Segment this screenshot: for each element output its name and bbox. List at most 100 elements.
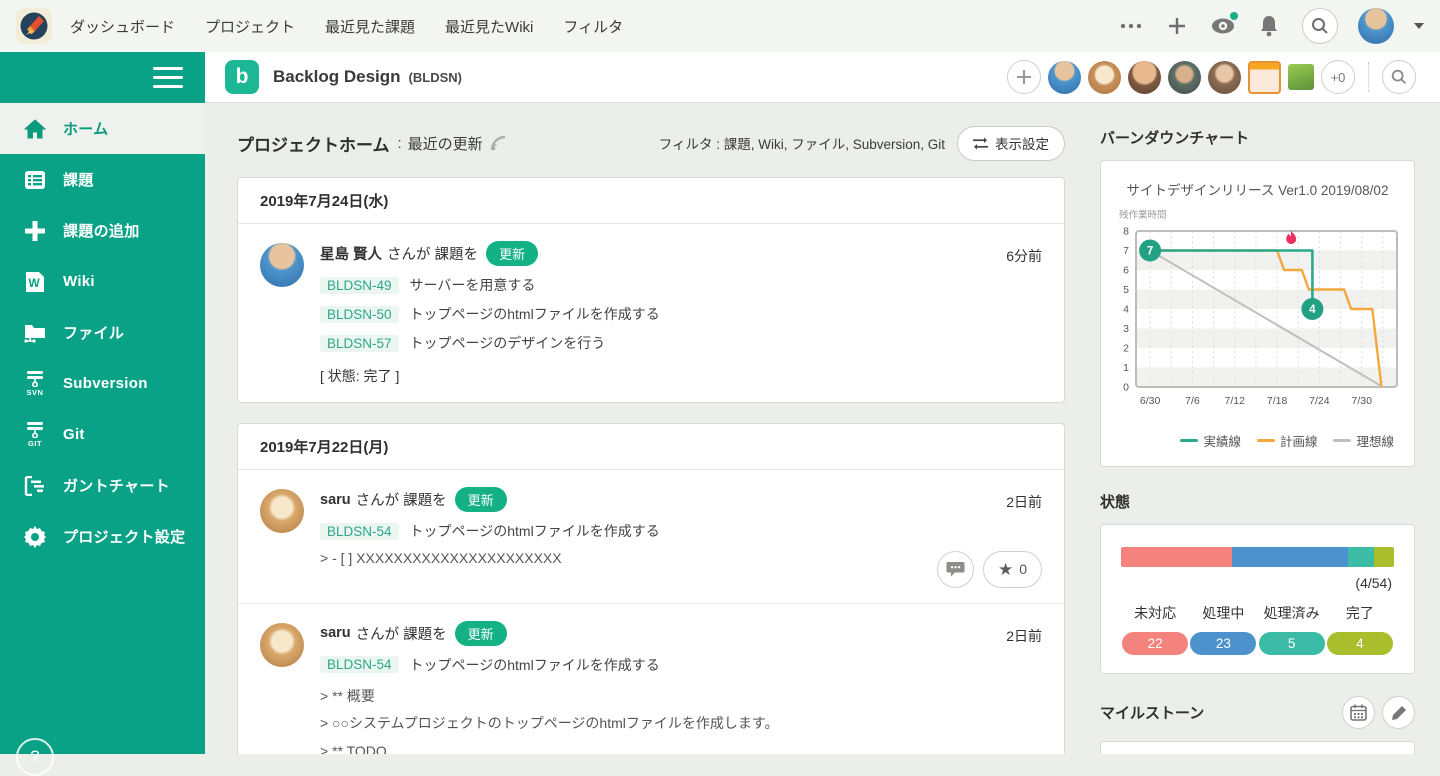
user-avatar[interactable] [1358,8,1394,44]
svg-text:W: W [28,276,40,290]
search-button[interactable] [1302,8,1338,44]
avatar[interactable] [260,623,304,667]
sidebar-item-project-settings[interactable]: プロジェクト設定 [0,511,205,562]
hamburger-menu-icon[interactable] [153,67,183,88]
add-icon[interactable] [1164,13,1190,39]
edit-pencil-button[interactable] [1382,696,1415,729]
sidebar-item-issues[interactable]: 課題 [0,154,205,205]
sidebar-item-git[interactable]: GIT Git [0,409,205,460]
sidebar-item-label: ファイル [63,322,124,343]
feed-entry[interactable]: saru さんが 課題を 更新 2日前 BLDSN-54 トップページのhtml… [238,470,1064,603]
avatar[interactable] [260,489,304,533]
display-settings-button[interactable]: 表示設定 [957,126,1065,161]
issue-row[interactable]: BLDSN-49 サーバーを用意する [320,275,1042,295]
entry-user[interactable]: saru [320,492,351,508]
chevron-down-icon[interactable] [1414,23,1424,29]
nav-projects[interactable]: プロジェクト [205,16,295,37]
issue-title[interactable]: トップページのhtmlファイルを作成する [410,655,660,675]
feed-date-card: 2019年7月24日(水) 星島 賢人 さんが 課題を 更新 6分前 BLDSN… [237,177,1065,403]
svg-text:7: 7 [1146,246,1152,258]
legend-label: 理想線 [1356,431,1394,450]
issue-key[interactable]: BLDSN-49 [320,277,399,294]
nav-recent-wiki[interactable]: 最近見たWiki [445,16,533,37]
issue-key[interactable]: BLDSN-54 [320,656,399,673]
comment-button[interactable] [937,551,974,588]
project-search-button[interactable] [1382,60,1416,94]
member-avatar[interactable] [1248,61,1281,94]
sidebar-header [0,52,205,103]
member-avatar[interactable] [1088,61,1121,94]
divider [1368,62,1369,92]
issue-row[interactable]: BLDSN-57 トップページのデザインを行う [320,333,1042,353]
entry-user[interactable]: 星島 賢人 [320,243,382,264]
nav-filters[interactable]: フィルタ [563,16,623,37]
add-member-button[interactable] [1007,60,1041,94]
member-avatar[interactable] [1128,61,1161,94]
rss-icon[interactable] [491,136,506,151]
feed-date-header: 2019年7月22日(月) [238,424,1064,470]
svg-text:7/6: 7/6 [1185,395,1200,407]
page-title: プロジェクトホーム [237,131,390,156]
sidebar-item-home[interactable]: ホーム [0,103,205,154]
svg-text:7/12: 7/12 [1224,395,1245,407]
plus-icon [22,216,48,246]
status-count-pill[interactable]: 23 [1190,632,1256,655]
more-icon[interactable] [1118,13,1144,39]
issue-row[interactable]: BLDSN-54 トップページのhtmlファイルを作成する [320,521,1042,541]
calendar-button[interactable] [1342,696,1375,729]
bell-icon[interactable] [1256,13,1282,39]
status-count-pill[interactable]: 5 [1259,632,1325,655]
global-topbar: ダッシュボード プロジェクト 最近見た課題 最近見たWiki フィルタ [0,0,1440,52]
member-avatar[interactable] [1208,61,1241,94]
help-icon[interactable]: ? [16,738,54,776]
issue-key[interactable]: BLDSN-57 [320,335,399,352]
feed-header: プロジェクトホーム : 最近の更新 フィルタ : 課題, Wiki, ファイル,… [237,125,1065,161]
feed-entry[interactable]: saru さんが 課題を 更新 2日前 BLDSN-54 トップページのhtml… [238,603,1064,754]
member-avatar[interactable] [1048,61,1081,94]
issue-key[interactable]: BLDSN-54 [320,523,399,540]
watch-eye-icon[interactable] [1210,13,1236,39]
issue-key[interactable]: BLDSN-50 [320,306,399,323]
milestone-section-title: マイルストーン [1100,702,1204,723]
status-count-pill[interactable]: 4 [1327,632,1393,655]
project-members: +0 [1007,60,1416,94]
sidebar-item-files[interactable]: ファイル [0,307,205,358]
feed-date-header: 2019年7月24日(水) [238,178,1064,224]
nav-recent-issues[interactable]: 最近見た課題 [325,16,415,37]
nav-dashboard[interactable]: ダッシュボード [70,16,175,37]
sidebar-item-label: プロジェクト設定 [63,526,185,547]
burndown-chart-title: サイトデザインリリース Ver1.0 2019/08/02 [1109,179,1406,199]
burndown-ylabel: 残作業時間 [1119,207,1406,221]
sidebar-item-add-issue[interactable]: 課題の追加 [0,205,205,256]
feed-entry[interactable]: 星島 賢人 さんが 課題を 更新 6分前 BLDSN-49 サーバーを用意する … [238,224,1064,402]
svg-text:2: 2 [1123,343,1129,355]
status-label: 処理済み [1258,603,1326,623]
sidebar-item-wiki[interactable]: W Wiki [0,256,205,307]
legend-item: 理想線 [1333,431,1394,450]
topbar-actions [1118,8,1424,44]
avatar[interactable] [260,243,304,287]
project-icon[interactable]: b [225,60,259,94]
status-change-note: [ 状態: 完了 ] [320,366,1042,386]
issue-title[interactable]: トップページのhtmlファイルを作成する [410,304,660,324]
issue-title[interactable]: サーバーを用意する [410,275,536,295]
home-icon [22,114,48,144]
entry-user[interactable]: saru [320,625,351,641]
sidebar-item-label: Wiki [63,273,95,290]
member-avatar[interactable] [1168,61,1201,94]
sidebar-item-gantt[interactable]: ガントチャート [0,460,205,511]
wiki-icon: W [22,267,48,297]
entry-headline: saru さんが 課題を 更新 [320,621,1042,646]
project-name[interactable]: Backlog Design [273,67,401,87]
sidebar-item-subversion[interactable]: SVN Subversion [0,358,205,409]
issue-title[interactable]: トップページのhtmlファイルを作成する [410,521,660,541]
member-avatar[interactable] [1288,64,1314,90]
svg-text:3: 3 [1123,323,1129,335]
issue-title[interactable]: トップページのデザインを行う [410,333,606,353]
status-count-pill[interactable]: 22 [1122,632,1188,655]
backlog-logo[interactable] [16,8,52,44]
issue-row[interactable]: BLDSN-50 トップページのhtmlファイルを作成する [320,304,1042,324]
star-button[interactable]: ★ 0 [983,551,1042,588]
extra-members-count[interactable]: +0 [1321,60,1355,94]
issue-row[interactable]: BLDSN-54 トップページのhtmlファイルを作成する [320,655,1042,675]
